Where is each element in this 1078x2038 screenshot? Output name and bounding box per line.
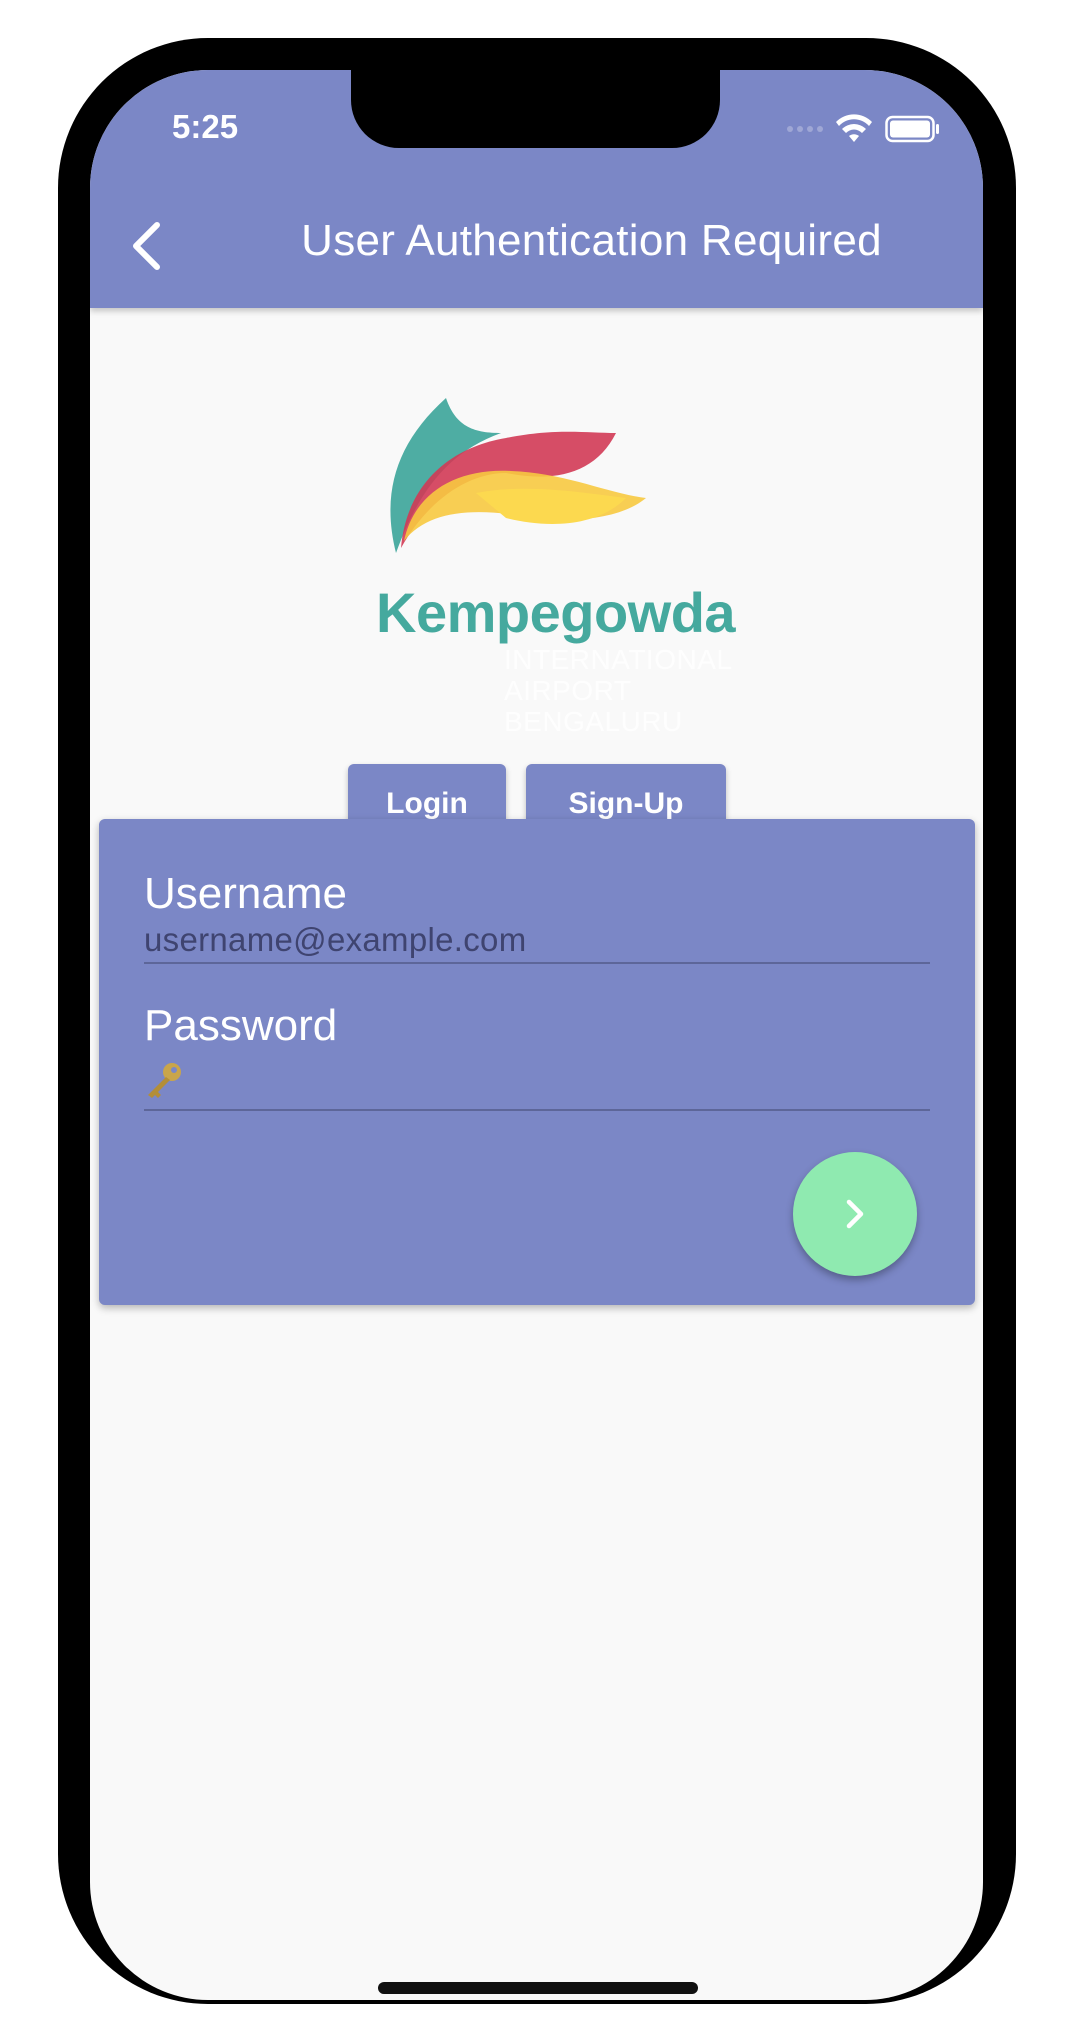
username-underline (144, 962, 930, 964)
back-button[interactable] (124, 218, 168, 274)
status-icons (787, 114, 941, 144)
password-input[interactable] (144, 1057, 930, 1107)
key-icon (148, 1063, 181, 1098)
login-form-card: Username username@example.com Password (99, 819, 975, 1305)
password-label: Password (144, 1001, 338, 1050)
chevron-left-icon (133, 222, 160, 270)
app-screen: 5:25 User Authentication Required Kempeg… (90, 70, 983, 2000)
battery-icon (885, 115, 939, 143)
wifi-icon (836, 114, 872, 142)
logo-subtitle: INTERNATIONAL AIRPORT BENGALURU (504, 644, 733, 737)
logo-wordmark: Kempegowda (376, 581, 736, 644)
device-notch (351, 70, 720, 148)
submit-button[interactable] (793, 1152, 917, 1276)
username-input[interactable]: username@example.com (144, 921, 527, 959)
signal-icon (787, 126, 823, 132)
status-time: 5:25 (172, 108, 239, 145)
page-title: User Authentication Required (301, 216, 882, 265)
username-label: Username (144, 869, 347, 918)
password-underline (144, 1109, 930, 1111)
chevron-right-icon (846, 1199, 864, 1229)
home-indicator (378, 1982, 698, 1994)
